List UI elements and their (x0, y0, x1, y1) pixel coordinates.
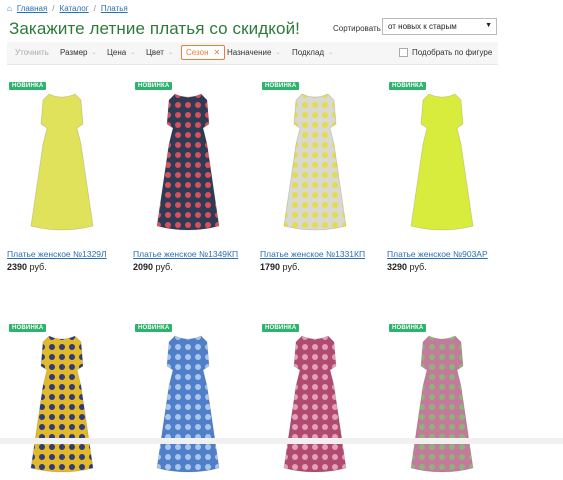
filter-price-label: Цена (107, 48, 127, 57)
product-card[interactable]: НОВИНКА (260, 322, 370, 480)
product-card[interactable]: НОВИНКА Платье женское №1331КП 1790 руб. (260, 80, 370, 272)
product-card[interactable]: НОВИНКА Платье женское №1329Л 2390 руб. (7, 80, 117, 272)
dress-silhouette (30, 335, 94, 473)
product-name-link[interactable]: Платье женское №1349КП (133, 249, 243, 259)
close-icon[interactable]: ✕ (214, 48, 221, 57)
dress-image (156, 335, 220, 473)
page-title: Закажите летние платья со скидкой! (9, 19, 300, 38)
checkbox-box[interactable] (399, 48, 408, 57)
filter-size[interactable]: Размер ⌄ (60, 48, 97, 57)
new-badge: НОВИНКА (389, 324, 427, 332)
filter-refine: Уточнить (15, 48, 49, 57)
dress-silhouette (156, 335, 220, 473)
product-name-link[interactable]: Платье женское №903АР (387, 249, 497, 259)
price-currency: руб. (409, 262, 427, 272)
breadcrumb: ⌂ Главная / Каталог / Платья (7, 4, 128, 13)
dress-image (283, 335, 347, 473)
breadcrumb-home[interactable]: Главная (17, 4, 47, 13)
product-photo[interactable]: НОВИНКА (260, 322, 370, 480)
product-card[interactable]: НОВИНКА (133, 322, 243, 480)
chevron-down-icon: ⌄ (91, 50, 97, 56)
new-badge: НОВИНКА (262, 324, 300, 332)
filter-price[interactable]: Цена ⌄ (107, 48, 135, 57)
fit-by-figure-label: Подобрать по фигуре (412, 48, 493, 57)
chevron-down-icon: ⌄ (328, 50, 334, 56)
price-currency: руб. (282, 262, 300, 272)
product-price: 2390 руб. (7, 262, 117, 272)
fit-by-figure-checkbox[interactable]: Подобрать по фигуре (399, 48, 492, 57)
dress-silhouette (156, 93, 220, 231)
breadcrumb-dresses[interactable]: Платья (101, 4, 128, 13)
product-card[interactable]: НОВИНКА Платье женское №903АР 3290 руб. (387, 80, 497, 272)
product-card[interactable]: НОВИНКА (387, 322, 497, 480)
caret-down-icon: ▼ (485, 22, 492, 29)
price-value: 2090 (133, 262, 154, 272)
product-price: 3290 руб. (387, 262, 497, 272)
filter-lining-label: Подклад (292, 48, 325, 57)
dress-silhouette (30, 93, 94, 231)
product-photo[interactable]: НОВИНКА (387, 322, 497, 480)
new-badge: НОВИНКА (135, 324, 173, 332)
chevron-down-icon: ⌄ (130, 50, 136, 56)
price-value: 1790 (260, 262, 281, 272)
dress-image (30, 335, 94, 473)
new-badge: НОВИНКА (135, 82, 173, 90)
filter-bar: Уточнить Размер ⌄ Цена ⌄ Цвет ⌄ Сезон ✕ Назн… (7, 42, 498, 65)
chevron-down-icon: ⌄ (275, 50, 281, 56)
home-icon[interactable]: ⌂ (7, 4, 12, 13)
product-price: 2090 руб. (133, 262, 243, 272)
filter-color[interactable]: Цвет ⌄ (146, 48, 173, 57)
product-photo[interactable]: НОВИНКА (133, 322, 243, 480)
new-badge: НОВИНКА (262, 82, 300, 90)
chevron-down-icon: ⌄ (167, 50, 173, 56)
breadcrumb-separator: / (93, 4, 96, 13)
dress-silhouette (410, 335, 474, 473)
product-name-link[interactable]: Платье женское №1331КП (260, 249, 370, 259)
filter-color-label: Цвет (146, 48, 164, 57)
dress-image (410, 335, 474, 473)
filter-purpose-label: Назначение (227, 48, 272, 57)
product-price: 1790 руб. (260, 262, 370, 272)
sort-label: Сортировать (333, 24, 381, 33)
filter-season-active[interactable]: Сезон ✕ (181, 45, 226, 60)
product-photo[interactable]: НОВИНКА (387, 80, 497, 238)
breadcrumb-separator: / (52, 4, 55, 13)
product-name-link[interactable]: Платье женское №1329Л (7, 249, 117, 259)
price-currency: руб. (155, 262, 173, 272)
horizontal-scrollbar[interactable] (0, 438, 563, 444)
filter-season-label: Сезон (186, 48, 209, 57)
filter-purpose[interactable]: Назначение ⌄ (227, 48, 280, 57)
sort-select[interactable]: от новых к старым ▼ (382, 18, 497, 35)
price-value: 3290 (387, 262, 408, 272)
dress-silhouette (283, 93, 347, 231)
new-badge: НОВИНКА (389, 82, 427, 90)
dress-image (30, 93, 94, 231)
product-card[interactable]: НОВИНКА (7, 322, 117, 480)
dress-silhouette (283, 335, 347, 473)
new-badge: НОВИНКА (9, 324, 47, 332)
product-card[interactable]: НОВИНКА Платье женское №1349КП 2090 руб. (133, 80, 243, 272)
product-photo[interactable]: НОВИНКА (7, 80, 117, 238)
dress-image (156, 93, 220, 231)
breadcrumb-catalog[interactable]: Каталог (60, 4, 89, 13)
product-photo[interactable]: НОВИНКА (7, 322, 117, 480)
new-badge: НОВИНКА (9, 82, 47, 90)
product-photo[interactable]: НОВИНКА (133, 80, 243, 238)
product-photo[interactable]: НОВИНКА (260, 80, 370, 238)
dress-image (283, 93, 347, 231)
filter-size-label: Размер (60, 48, 88, 57)
price-value: 2390 (7, 262, 28, 272)
filter-lining[interactable]: Подклад ⌄ (292, 48, 333, 57)
sort-selected-value: от новых к старым (388, 22, 457, 31)
dress-image (410, 93, 474, 231)
dress-silhouette (410, 93, 474, 231)
price-currency: руб. (29, 262, 47, 272)
